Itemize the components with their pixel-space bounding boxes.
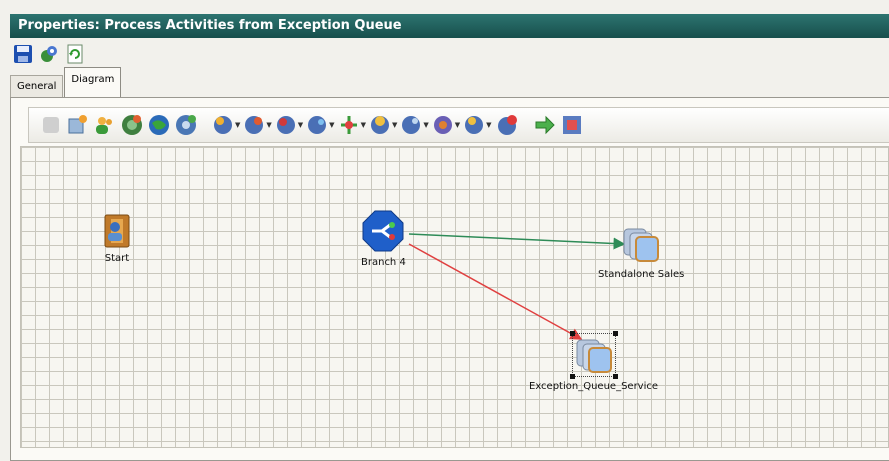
resize-handle[interactable] [569,331,575,336]
save-icon[interactable] [12,43,34,65]
service-icon [576,339,612,373]
arrow-right-icon[interactable] [533,111,557,139]
service-icon [623,228,660,262]
dropdown-icon-7[interactable]: ▼ [432,111,460,139]
globe-icon[interactable] [147,111,171,139]
properties-window: Properties: Process Activities from Exce… [0,0,889,461]
process-icon[interactable] [174,111,198,139]
tab-diagram[interactable]: Diagram [64,67,122,98]
resize-handle[interactable] [569,374,575,379]
activity-icon[interactable] [120,111,144,139]
diagram-toolbar: ▼ ▼ ▼ ▼ ▼ ▼ ▼ ▼ ▼ [28,107,889,143]
resize-handle[interactable] [612,331,618,336]
start-icon [104,214,130,248]
start-node[interactable]: Start [99,213,135,264]
delete-activity-icon[interactable] [495,111,519,139]
refresh-settings-icon[interactable] [38,43,60,65]
connector-branch-to-sales[interactable] [408,233,626,250]
dropdown-icon-2[interactable]: ▼ [243,111,272,139]
branch-dropdown-icon[interactable]: ▼ [338,111,366,139]
connector-branch-to-exception[interactable] [408,243,583,340]
users-icon[interactable] [93,111,117,139]
dropdown-icon-6[interactable]: ▼ [400,111,429,139]
dropdown-icon-4[interactable]: ▼ [306,111,335,139]
branch-node[interactable]: Branch 4 [361,209,406,268]
tab-general[interactable]: General [10,75,64,98]
layout-icon[interactable] [560,111,584,139]
main-toolbar [12,41,86,67]
connector-layer [408,233,626,340]
start-label: Start [104,253,130,264]
exception-queue-service-label: Exception_Queue_Service [529,381,659,392]
standalone-sales-label: Standalone Sales [598,269,685,280]
branch-label: Branch 4 [361,257,406,268]
dropdown-icon-5[interactable]: ▼ [369,111,397,139]
tab-strip: General Diagram [10,67,122,98]
standalone-sales-node[interactable]: Standalone Sales [598,223,684,280]
selection-box [569,331,618,379]
diagram-canvas[interactable]: Start Branch 4 Standalone Sales Exceptio… [20,146,889,448]
window-title: Properties: Process Activities from Exce… [18,18,402,33]
dropdown-icon-3[interactable]: ▼ [275,111,303,139]
resize-handle[interactable] [612,374,618,379]
new-activity-icon[interactable] [66,111,90,139]
window-title-bar: Properties: Process Activities from Exce… [10,14,889,38]
branch-icon [362,210,404,252]
disabled-icon [39,111,63,139]
reload-icon[interactable] [64,43,86,65]
dropdown-icon-1[interactable]: ▼ [212,111,240,139]
dropdown-icon-8[interactable]: ▼ [463,111,492,139]
exception-queue-service-node[interactable]: Exception_Queue_Service [529,331,659,392]
